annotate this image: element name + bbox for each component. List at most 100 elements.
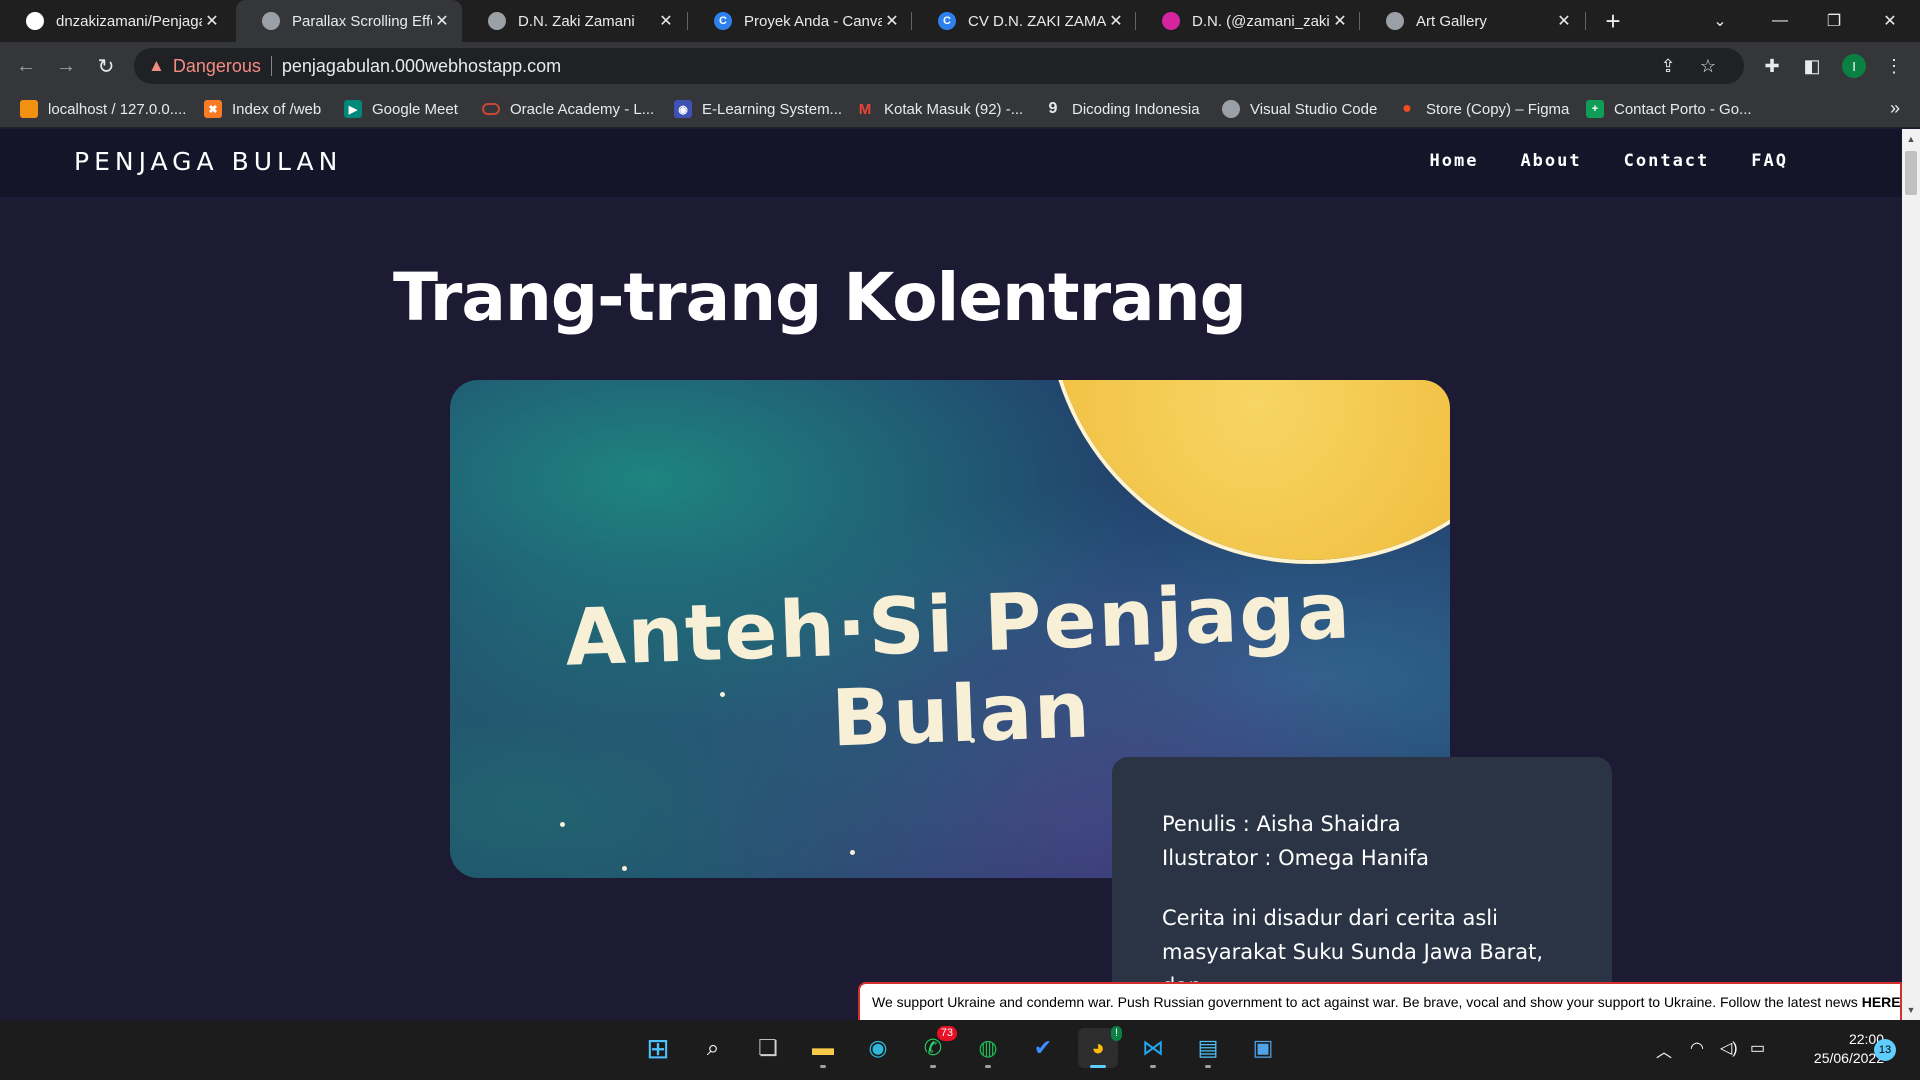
- whatsapp-icon[interactable]: ✆ 73: [913, 1026, 957, 1068]
- vscode-icon[interactable]: ⋈: [1133, 1028, 1173, 1068]
- writer-credit: Penulis : Aisha Shaidra: [1162, 812, 1401, 836]
- volume-icon[interactable]: ◁): [1720, 1038, 1738, 1058]
- bookmark-label: Kotak Masuk (92) -...: [884, 100, 1024, 118]
- photos-icon[interactable]: ▣: [1243, 1028, 1283, 1068]
- profile-avatar[interactable]: I: [1842, 54, 1866, 78]
- bookmark-item[interactable]: Oracle Academy - L...: [482, 90, 654, 128]
- close-icon[interactable]: ✕: [656, 11, 676, 31]
- google-sheets-icon: +: [1586, 100, 1604, 118]
- whatsapp-badge: 73: [936, 1026, 957, 1041]
- page-scrollbar[interactable]: ▲ ▼: [1902, 129, 1920, 1020]
- tab[interactable]: Art Gallery ✕: [1360, 0, 1584, 42]
- close-icon[interactable]: ✕: [1554, 11, 1574, 31]
- site-brand[interactable]: PENJAGA BULAN: [74, 147, 342, 176]
- tab[interactable]: C CV D.N. ZAKI ZAMAN ✕: [912, 0, 1136, 42]
- bookmark-item[interactable]: ▶ Google Meet: [344, 90, 458, 128]
- bookmark-label: Store (Copy) – Figma: [1426, 100, 1570, 118]
- bookmark-item[interactable]: ✖ Index of /web: [204, 90, 321, 128]
- star: [850, 850, 855, 855]
- bookmark-item[interactable]: M Kotak Masuk (92) -...: [856, 90, 1023, 128]
- more-bookmarks-icon[interactable]: »: [1890, 98, 1900, 119]
- chrome-icon[interactable]: ◕!: [1078, 1026, 1122, 1068]
- bookmark-label: E-Learning System...: [702, 100, 843, 118]
- share-icon[interactable]: ⇪: [1654, 52, 1682, 80]
- bookmark-item[interactable]: 9 Dicoding Indonesia: [1044, 90, 1200, 128]
- oracle-icon: [482, 103, 500, 115]
- bookmark-item[interactable]: ● Store (Copy) – Figma: [1398, 90, 1569, 128]
- book-info-card: Penulis : Aisha Shaidra Ilustrator : Ome…: [1112, 757, 1612, 1020]
- site-nav-links: Home About Contact FAQ: [1429, 151, 1788, 171]
- close-icon[interactable]: ✕: [882, 11, 902, 31]
- address-bar[interactable]: ▲ Dangerous penjagabulan.000webhostapp.c…: [134, 48, 1744, 84]
- web-page: PENJAGA BULAN Home About Contact FAQ Tra…: [0, 129, 1902, 1020]
- search-icon[interactable]: ⌕: [693, 1028, 733, 1068]
- globe-icon: [1386, 12, 1404, 30]
- running-indicator: [930, 1065, 936, 1068]
- elearning-icon: ◉: [674, 100, 692, 118]
- bookmark-item[interactable]: ◉ E-Learning System...: [674, 90, 842, 128]
- notepad-icon[interactable]: ▤: [1188, 1028, 1228, 1068]
- nav-link-faq[interactable]: FAQ: [1751, 151, 1788, 171]
- instagram-icon: [1162, 12, 1180, 30]
- phpmyadmin-icon: [20, 100, 38, 118]
- wifi-icon[interactable]: ◠: [1690, 1038, 1704, 1058]
- edge-icon[interactable]: ◉: [858, 1028, 898, 1068]
- bookmark-item[interactable]: localhost / 127.0.0....: [20, 90, 186, 128]
- close-window-button[interactable]: ✕: [1862, 0, 1918, 42]
- reload-button[interactable]: ↻: [90, 50, 122, 82]
- gmail-icon: M: [858, 100, 872, 118]
- nav-link-contact[interactable]: Contact: [1624, 151, 1710, 171]
- spotify-icon[interactable]: ◍: [968, 1028, 1008, 1068]
- system-clock[interactable]: 22:00 25/06/2022: [1784, 1030, 1884, 1068]
- scrollbar-thumb[interactable]: [1905, 151, 1917, 195]
- running-indicator: [820, 1065, 826, 1068]
- show-hidden-icons[interactable]: ︿: [1656, 1038, 1672, 1062]
- side-panel-icon[interactable]: ◧: [1798, 52, 1826, 80]
- notification-badge[interactable]: 13: [1874, 1039, 1896, 1061]
- battery-icon[interactable]: ▭: [1750, 1038, 1765, 1058]
- menu-icon[interactable]: ⋮: [1880, 52, 1908, 80]
- clock-time: 22:00: [1848, 1031, 1884, 1047]
- bookmark-star-icon[interactable]: ☆: [1694, 52, 1722, 80]
- nav-link-about[interactable]: About: [1520, 151, 1581, 171]
- bookmarks-bar: localhost / 127.0.0.... ✖ Index of /web …: [0, 90, 1920, 128]
- tab[interactable]: D.N. Zaki Zamani ✕: [462, 0, 686, 42]
- figma-icon: ●: [1402, 100, 1412, 117]
- tab[interactable]: dnzakizamani/Penjaga ✕: [0, 0, 232, 42]
- banner-link[interactable]: HERE: [1862, 994, 1900, 1010]
- tab-search-icon[interactable]: ⌄: [1692, 0, 1748, 42]
- bookmark-item[interactable]: Visual Studio Code: [1222, 90, 1377, 128]
- task-view-icon[interactable]: ❏: [748, 1028, 788, 1068]
- google-meet-icon: ▶: [344, 100, 362, 118]
- url-text[interactable]: penjagabulan.000webhostapp.com: [282, 56, 561, 77]
- todo-icon[interactable]: ✔: [1023, 1028, 1063, 1068]
- file-explorer-icon[interactable]: ▬: [803, 1028, 843, 1068]
- close-icon[interactable]: ✕: [1106, 11, 1126, 31]
- tab-active[interactable]: Parallax Scrolling Effec ✕: [236, 0, 462, 42]
- minimize-button[interactable]: —: [1752, 0, 1808, 42]
- close-icon[interactable]: ✕: [202, 11, 222, 31]
- start-button[interactable]: ⊞: [638, 1028, 678, 1068]
- extensions-icon[interactable]: ✚: [1758, 52, 1786, 80]
- tab-separator: [1585, 12, 1586, 30]
- tab[interactable]: D.N. (@zamani_zaki) • ✕: [1136, 0, 1360, 42]
- globe-icon: [1222, 100, 1240, 118]
- forward-button[interactable]: →: [50, 50, 82, 82]
- scroll-down-icon[interactable]: ▼: [1902, 1002, 1920, 1018]
- bookmark-item[interactable]: + Contact Porto - Go...: [1586, 90, 1752, 128]
- security-label[interactable]: Dangerous: [173, 56, 261, 77]
- site-navbar: PENJAGA BULAN Home About Contact FAQ: [0, 129, 1902, 197]
- globe-icon: [262, 12, 280, 30]
- nav-link-home[interactable]: Home: [1429, 151, 1478, 171]
- tab[interactable]: C Proyek Anda - Canva ✕: [688, 0, 912, 42]
- cover-title: Anteh·Si Penjaga Bulan: [563, 566, 1354, 765]
- close-icon[interactable]: ✕: [432, 11, 452, 31]
- illustrator-credit: Ilustrator : Omega Hanifa: [1162, 846, 1430, 870]
- new-tab-button[interactable]: +: [1598, 6, 1628, 36]
- restore-button[interactable]: ❐: [1806, 0, 1862, 42]
- tab-title: D.N. (@zamani_zaki) •: [1192, 12, 1330, 30]
- back-button[interactable]: ←: [10, 50, 42, 82]
- tab-title: Proyek Anda - Canva: [744, 12, 882, 30]
- scroll-up-icon[interactable]: ▲: [1902, 131, 1920, 147]
- close-icon[interactable]: ✕: [1330, 11, 1350, 31]
